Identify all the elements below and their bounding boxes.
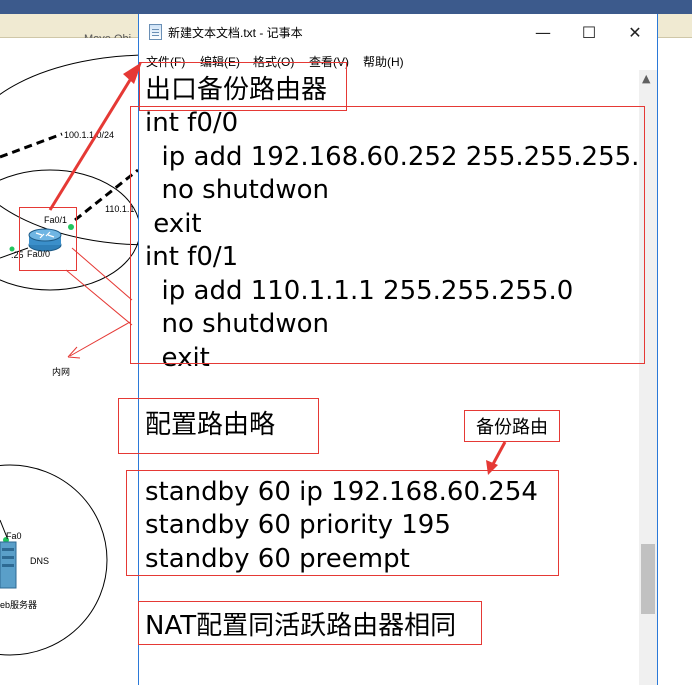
dns-port-label: Fa0 [6, 531, 22, 541]
notepad-app-icon [149, 24, 162, 40]
link-label-100: 100.1.1.0/24 [64, 130, 115, 140]
link-isp-1 [0, 132, 63, 159]
annotation-box-standby [126, 470, 559, 576]
pt-window-titlebar [0, 0, 692, 14]
annotation-box-title [139, 62, 347, 111]
scroll-up-icon[interactable]: ▲ [642, 72, 650, 85]
web-server-label: eb服务器 [0, 600, 38, 610]
inner-network-label: 内网 [52, 367, 71, 377]
annotation-box-router [19, 207, 77, 271]
dns-label: DNS [30, 556, 50, 566]
maximize-button[interactable]: ☐ [566, 14, 612, 50]
backup-router-note: 备份路由 [464, 410, 560, 442]
scrollbar-thumb[interactable] [641, 544, 655, 614]
window-title: 新建文本文档.txt - 记事本 [168, 26, 303, 40]
close-button[interactable]: ✕ [612, 14, 658, 50]
notepad-titlebar[interactable]: 新建文本文档.txt - 记事本 — ☐ ✕ [139, 14, 657, 50]
annotation-box-routing [118, 398, 319, 454]
server-icon [0, 541, 17, 589]
minimize-button[interactable]: — [520, 14, 566, 50]
annotation-box-nat [138, 601, 482, 645]
annotation-box-interfaces [130, 106, 645, 364]
menu-help[interactable]: 帮助(H) [363, 53, 404, 70]
